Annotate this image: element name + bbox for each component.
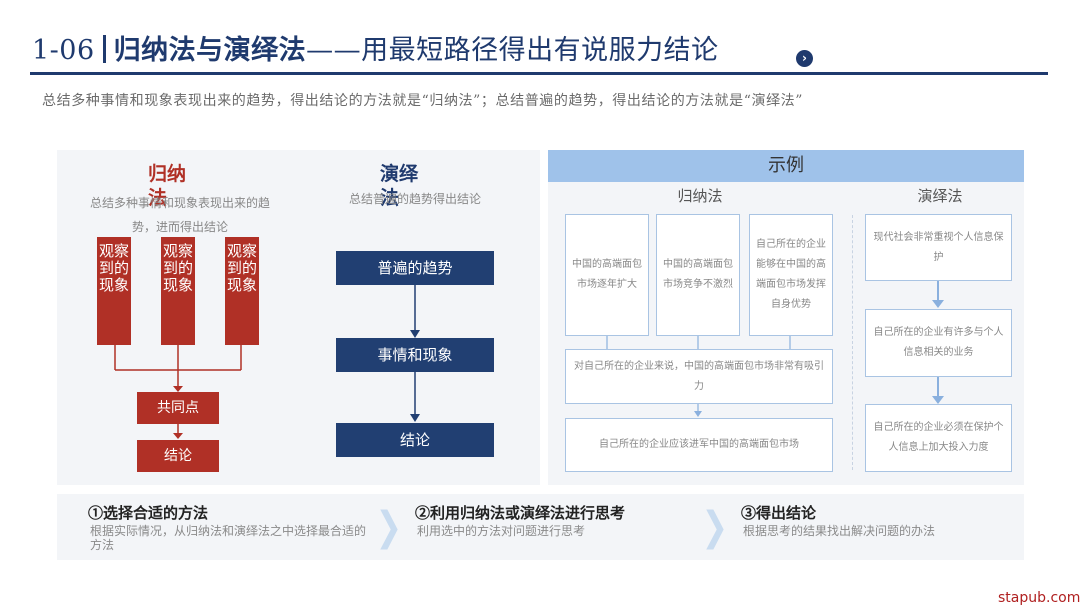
step-title: ②利用归纳法或演绎法进行思考 xyxy=(415,504,626,522)
induction-conclusion-box: 结论 xyxy=(137,440,219,472)
step-title: ③得出结论 xyxy=(741,504,817,522)
step-description: 根据实际情况，从归纳法和演绎法之中选择最合适的方法 xyxy=(90,524,367,552)
step-description: 根据思考的结果找出解决问题的办法 xyxy=(743,524,936,538)
example-common-box: 对自己所在的企业来说，中国的高端面包市场非常有吸引力 xyxy=(565,349,833,404)
step-description: 利用选中的方法对问题进行思考 xyxy=(417,524,586,538)
example-induction-conclusion-box: 自己所在的企业应该进军中国的高端面包市场 xyxy=(565,418,833,472)
deduction-step-box: 结论 xyxy=(336,423,494,457)
page-title: 1-06 归纳法与演绎法——用最短路径得出有说服力结论 xyxy=(32,28,719,67)
title-divider xyxy=(102,35,106,63)
example-deduction-box: 现代社会非常重视个人信息保护 xyxy=(865,214,1012,281)
deduction-step-box: 事情和现象 xyxy=(336,338,494,372)
watermark: stapub.com xyxy=(998,590,1080,606)
title-subtitle: ——用最短路径得出有说服力结论 xyxy=(306,35,719,66)
observation-box: 观察到的现象 xyxy=(225,237,259,345)
example-divider xyxy=(852,215,853,470)
chevron-right-icon[interactable]: › xyxy=(796,50,813,67)
chevron-right-icon: ❯ xyxy=(375,504,403,550)
example-deduction-box: 自己所在的企业有许多与个人信息相关的业务 xyxy=(865,309,1012,377)
example-fact-box: 中国的高端面包市场逐年扩大 xyxy=(565,214,649,336)
example-deduction-box: 自己所在的企业必须在保护个人信息上加大投入力度 xyxy=(865,404,1012,472)
common-point-box: 共同点 xyxy=(137,392,219,424)
deduction-step-box: 普遍的趋势 xyxy=(336,251,494,285)
observation-box: 观察到的现象 xyxy=(161,237,195,345)
example-fact-box: 中国的高端面包市场竞争不激烈 xyxy=(656,214,740,336)
observation-box: 观察到的现象 xyxy=(97,237,131,345)
title-main: 归纳法与演绎法 xyxy=(113,35,307,66)
chevron-right-icon: ❯ xyxy=(701,504,729,550)
section-number: 1-06 xyxy=(32,35,95,66)
example-fact-box: 自己所在的企业能够在中国的高端面包市场发挥自身优势 xyxy=(749,214,833,336)
step-title: ①选择合适的方法 xyxy=(88,504,209,522)
deduction-description: 总结普遍的趋势得出结论 xyxy=(348,192,481,206)
intro-text: 总结多种事情和现象表现出来的趋势，得出结论的方法就是“归纳法”；总结普遍的趋势，… xyxy=(42,93,804,109)
induction-description: 总结多种事情和现象表现出来的趋势，进而得出结论 xyxy=(89,196,270,234)
header-rule xyxy=(30,72,1048,75)
